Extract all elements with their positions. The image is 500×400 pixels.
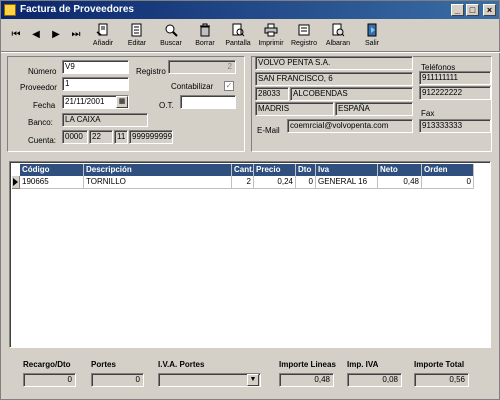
- delivery-note-label: Albaran: [325, 40, 351, 47]
- grid-header-orden[interactable]: Orden: [422, 164, 474, 176]
- close-button[interactable]: ×: [483, 4, 496, 16]
- recargo-label: Recargo/Dto: [23, 360, 71, 369]
- fax-label: Fax: [421, 109, 435, 118]
- ot-label: O.T.: [159, 101, 174, 110]
- first-record-button[interactable]: ⏮: [7, 26, 25, 44]
- iva-portes-label: I.V.A. Portes: [158, 360, 205, 369]
- grid-header-neto[interactable]: Neto: [378, 164, 422, 176]
- proveedor-field[interactable]: 1: [62, 77, 129, 91]
- maximize-button[interactable]: □: [466, 4, 479, 16]
- banco-field[interactable]: LA CAIXA: [62, 113, 148, 127]
- cuenta-label: Cuenta:: [28, 136, 57, 145]
- minimize-button[interactable]: _: [451, 4, 464, 16]
- printer-icon: [264, 23, 278, 37]
- calendar-icon[interactable]: ▦: [116, 96, 128, 108]
- register-icon: [298, 24, 310, 36]
- preview-icon: [232, 23, 245, 37]
- importe-total-field: 0,56: [414, 373, 469, 387]
- table-cell-neto[interactable]: 0,48: [378, 176, 422, 189]
- exit-button[interactable]: Salir: [353, 21, 391, 51]
- invoice-lines-grid[interactable]: Código Descripción Cant. Precio Dto Iva …: [9, 161, 491, 348]
- numero-field[interactable]: V9: [62, 60, 129, 74]
- cuenta-oficina-field[interactable]: 22: [89, 130, 113, 144]
- exit-label: Salir: [364, 40, 379, 47]
- supplier-name-field: VOLVO PENTA S.A.: [255, 56, 413, 70]
- registro-label: Registro: [136, 67, 166, 76]
- prev-record-button[interactable]: ◀: [27, 26, 45, 44]
- table-cell-descripcion[interactable]: TORNILLO: [84, 176, 232, 189]
- grid-header-dto[interactable]: Dto: [296, 164, 316, 176]
- supplier-postcode-field: 28033: [255, 87, 289, 101]
- phone2-field: 912222222: [419, 86, 491, 100]
- ot-field[interactable]: [180, 95, 236, 109]
- importe-lineas-field: 0,48: [279, 373, 334, 387]
- imp-iva-label: Imp. IVA: [347, 360, 379, 369]
- chevron-down-icon[interactable]: ▼: [247, 374, 259, 386]
- grid-header-precio[interactable]: Precio: [254, 164, 296, 176]
- phone1-field: 911111111: [419, 71, 491, 85]
- cuenta-entidad-field[interactable]: 0000: [62, 130, 88, 144]
- exit-door-icon: [367, 23, 377, 37]
- imp-iva-field: 0,08: [347, 373, 402, 387]
- supplier-province-field: MADRIS: [255, 102, 334, 116]
- table-cell-codigo[interactable]: 190665: [20, 176, 84, 189]
- email-label: E-Mail: [257, 126, 280, 135]
- table-cell-orden[interactable]: 0: [422, 176, 474, 189]
- importe-total-label: Importe Total: [414, 360, 465, 369]
- numero-label: Número: [28, 67, 57, 76]
- contabilizar-label: Contabilizar: [171, 82, 214, 91]
- importe-lineas-label: Importe Lineas: [279, 360, 336, 369]
- iva-portes-select[interactable]: [158, 373, 261, 387]
- grid-header-cant[interactable]: Cant.: [232, 164, 254, 176]
- cuenta-numero-field[interactable]: 9999999999: [129, 130, 173, 144]
- delivery-note-icon: [332, 23, 345, 37]
- toolbar-separator: [1, 51, 500, 53]
- window-title: Factura de Proveedores: [20, 4, 134, 15]
- fecha-label: Fecha: [33, 101, 56, 110]
- grid-header-descripcion[interactable]: Descripción: [84, 164, 232, 176]
- next-record-button[interactable]: ▶: [47, 26, 65, 44]
- add-button[interactable]: Añadir: [84, 21, 122, 51]
- search-button[interactable]: Buscar: [152, 21, 190, 51]
- table-cell-iva[interactable]: GENERAL 16: [316, 176, 378, 189]
- banco-label: Banco:: [28, 118, 53, 127]
- fax-field: 913333333: [419, 119, 491, 133]
- supplier-email-field: coemrcial@volvopenta.com: [287, 119, 413, 133]
- add-label: Añadir: [92, 40, 114, 47]
- portes-label: Portes: [91, 360, 116, 369]
- recargo-field[interactable]: 0: [23, 373, 76, 387]
- add-document-icon: [96, 23, 108, 36]
- trash-icon: [200, 23, 210, 37]
- supplier-address-field: SAN FRANCISCO, 6: [255, 72, 413, 86]
- supplier-city-field: ALCOBENDAS: [290, 87, 413, 101]
- cuenta-dc-field[interactable]: 11: [114, 130, 128, 144]
- proveedor-label: Proveedor: [20, 83, 57, 92]
- delivery-note-button[interactable]: Albaran: [319, 21, 357, 51]
- register-label: Registro: [290, 40, 318, 47]
- table-cell-cant[interactable]: 2: [232, 176, 254, 189]
- row-indicator[interactable]: [12, 176, 20, 189]
- title-bar[interactable]: Factura de Proveedores _ □ ×: [1, 1, 499, 19]
- current-row-arrow-icon: [13, 178, 18, 186]
- last-record-button[interactable]: ⏭: [67, 26, 85, 44]
- portes-field[interactable]: 0: [91, 373, 144, 387]
- edit-document-icon: [131, 23, 142, 37]
- register-button[interactable]: Registro: [285, 21, 323, 51]
- grid-header-codigo[interactable]: Código: [20, 164, 84, 176]
- search-label: Buscar: [160, 40, 182, 47]
- table-cell-precio[interactable]: 0,24: [254, 176, 296, 189]
- app-icon: [4, 4, 16, 16]
- registro-field[interactable]: 2: [168, 60, 236, 74]
- magnifier-icon: [165, 24, 178, 37]
- grid-header-iva[interactable]: Iva: [316, 164, 378, 176]
- edit-button[interactable]: Editar: [118, 21, 156, 51]
- edit-label: Editar: [127, 40, 147, 47]
- contabilizar-checkbox[interactable]: ✓: [224, 81, 234, 91]
- table-cell-dto[interactable]: 0: [296, 176, 316, 189]
- supplier-country-field: ESPAÑA: [335, 102, 413, 116]
- invoice-window: Factura de Proveedores _ □ × ⏮ ◀ ▶ ⏭ Aña…: [0, 0, 500, 400]
